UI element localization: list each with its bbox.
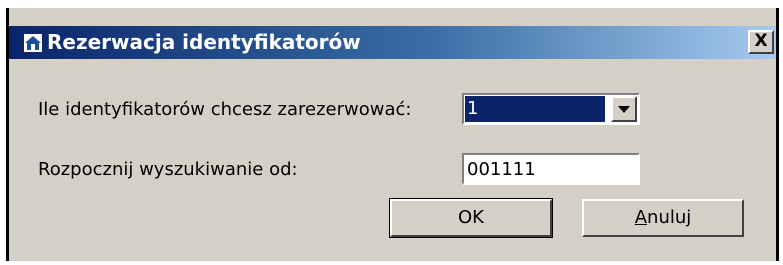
cancel-accelerator: A [634, 207, 648, 228]
start-input-value: 001111 [467, 159, 536, 180]
start-label: Rozpocznij wyszukiwanie od: [38, 159, 298, 180]
count-selected-value[interactable]: 1 [465, 96, 605, 122]
ok-button[interactable]: OK [389, 198, 553, 238]
chevron-down-icon[interactable] [611, 96, 637, 122]
count-combobox[interactable]: 1 [462, 93, 640, 125]
count-label: Ile identyfikatorów chcesz zarezerwować: [38, 99, 412, 120]
house-icon [24, 34, 42, 52]
title-bar[interactable]: Rezerwacja identyfikatorów X [9, 26, 776, 59]
dialog-window: Rezerwacja identyfikatorów X Ile identyf… [6, 8, 779, 261]
cancel-button-label: nuluj [647, 207, 692, 228]
close-button[interactable]: X [748, 30, 774, 54]
cancel-button[interactable]: Anuluj [582, 199, 744, 237]
ok-button-label: OK [458, 207, 484, 228]
start-input[interactable]: 001111 [462, 153, 640, 185]
window-title: Rezerwacja identyfikatorów [47, 30, 361, 54]
dialog-body: Ile identyfikatorów chcesz zarezerwować:… [9, 59, 776, 261]
